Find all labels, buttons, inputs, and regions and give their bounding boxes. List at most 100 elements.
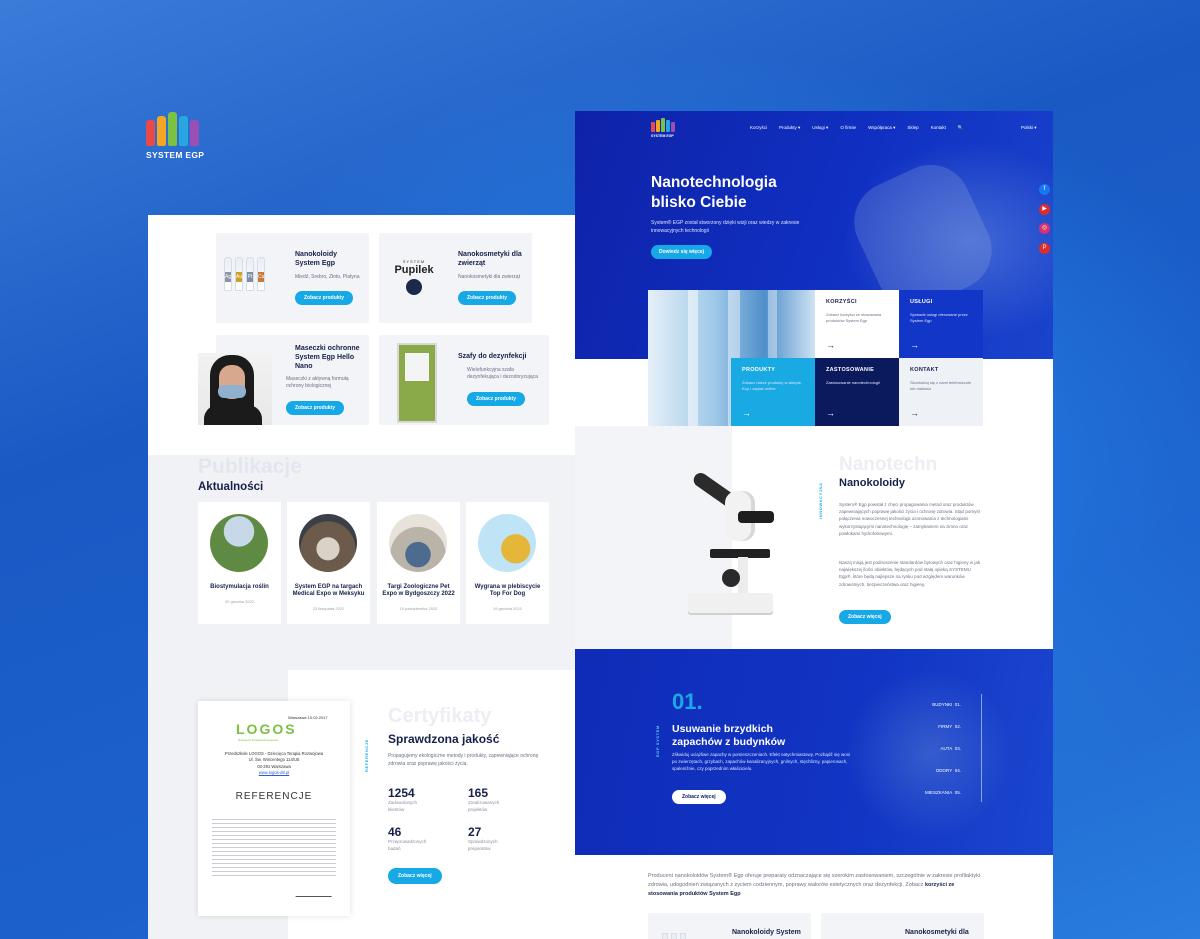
facebook-icon[interactable]: f — [1039, 184, 1050, 195]
bottom-product-card[interactable]: Nanokosmetyki dla — [821, 913, 984, 939]
arrow-right-icon: → — [826, 408, 835, 418]
news-image — [299, 514, 357, 572]
news-date: 30 grudnia 2022 — [225, 599, 254, 604]
arrow-right-icon: → — [742, 408, 751, 418]
news-date: 23 listopada 2022 — [312, 606, 345, 611]
product-title: Maseczki ochronne System Egp Hello Nano — [295, 345, 360, 370]
news-card[interactable]: System EGP na targach Medical Expo w Mek… — [287, 502, 370, 624]
product-desc: Wielofunkcyjna szafa dezynfekująca i dez… — [467, 367, 538, 380]
pinterest-icon[interactable]: P — [1039, 243, 1050, 254]
stat-clients: 1254 Zadowolonych klientów — [388, 786, 418, 812]
nano-see-more-button[interactable]: Zobacz więcej — [839, 610, 891, 624]
news-title[interactable]: Targi Zoologiczne Pet Expo w Bydgoszczy … — [381, 584, 456, 598]
quality-heading: Sprawdzona jakość — [388, 732, 500, 746]
see-more-button[interactable]: Zobacz więcej — [388, 868, 442, 884]
product-title: Nanokoloidy System Egp — [295, 251, 338, 267]
product-desc: Miedź, Srebro, Złoto, Platyna — [295, 274, 360, 280]
main-nav: Korzyści Produkty ▾ Usługi ▾ O firmie Ws… — [750, 125, 963, 131]
instagram-icon[interactable]: ◎ — [1039, 223, 1050, 234]
product-title: Szafy do dezynfekcji — [458, 353, 527, 360]
cabinet-image — [397, 343, 437, 423]
news-title[interactable]: Wygrana w plebiscycie Top For Dog — [470, 584, 545, 598]
feature-list-item[interactable]: FIRMY 02. — [901, 724, 961, 729]
stat-research: 46 Przeprowadzonych badań — [388, 825, 427, 851]
product-card-nanokosmetyki[interactable]: SYSTEM Pupilek Nanokosmetyki dla zwierzą… — [379, 233, 532, 323]
doc-date: Warszawa 10.02.2017 — [288, 715, 328, 720]
hero-text: System® EGP został stworzony dzięki wizj… — [651, 220, 800, 234]
certificates-ghost-heading: Certyfikaty — [388, 705, 492, 727]
view-products-button[interactable]: Zobacz produkty — [295, 291, 354, 305]
face-mask-icon — [218, 385, 246, 398]
logos-sub: Dziecięca Terapia Rozwojowa — [238, 738, 278, 742]
youtube-icon[interactable]: ▶ — [1039, 204, 1050, 215]
feature-list-item[interactable]: BUDYNKI 01. — [901, 702, 961, 707]
tile-korzysci[interactable]: KORZYŚCI Zobacz korzyści ze stosowania pr… — [815, 290, 899, 358]
view-products-button[interactable]: Zobacz produkty — [286, 401, 345, 415]
news-date: 19 października 2022 — [399, 606, 438, 611]
nav-sklep[interactable]: Sklep — [907, 125, 918, 131]
product-title: Nanokosmetyki dla zwierząt — [458, 251, 522, 267]
nav-korzysci[interactable]: Korzyści — [750, 125, 767, 131]
quality-desc: Propagujemy ekologiczne metody i produkt… — [388, 753, 539, 767]
signature-icon — [295, 883, 337, 897]
stat-projects: 165 Zrealizowanych projektów — [468, 786, 500, 812]
woman-mask-photo — [198, 353, 272, 425]
tile-produkty[interactable]: PRODUKTY Zobacz nasze produkty w sklepie.… — [731, 358, 815, 426]
publications-ghost-heading: Publikacje — [198, 455, 302, 478]
news-image — [210, 514, 268, 572]
logo-bottles-icon — [651, 118, 675, 132]
nanokoloidy-bottles-image: Ag Au Pt Cu — [224, 257, 265, 291]
news-heading: Aktualności — [198, 481, 264, 493]
news-card[interactable]: Targi Zoologiczne Pet Expo w Bydgoszczy … — [377, 502, 460, 624]
doc-body-lines — [212, 816, 336, 876]
view-products-button[interactable]: Zobacz produkty — [458, 291, 517, 305]
tile-zastosowanie[interactable]: ZASTOSOWANIE Zastosowanie nanotechnologii… — [815, 358, 899, 426]
hero-title: Nanotechnologia blisko Ciebie — [651, 174, 777, 212]
feature-list-item[interactable]: MIESZKANIA 05. — [901, 790, 961, 795]
search-icon[interactable]: 🔍 — [958, 125, 964, 131]
news-card[interactable]: Wygrana w plebiscycie Top For Dog 19 gru… — [466, 502, 549, 624]
news-card[interactable]: Biostymulacja roślin 30 grudnia 2022 — [198, 502, 281, 624]
news-image — [478, 514, 536, 572]
reference-document[interactable]: Warszawa 10.02.2017 LOGOS Dziecięca Tera… — [198, 701, 350, 916]
nav-kontakt[interactable]: Kontakt — [931, 125, 946, 131]
feature-list-item[interactable]: ODORY 04. — [901, 768, 961, 773]
nav-wspolpraca[interactable]: Współpraca ▾ — [868, 125, 895, 131]
arrow-right-icon: → — [910, 340, 919, 350]
product-desc: Maseczki z aktywną formułą ochrony biolo… — [286, 376, 349, 389]
egp-system-vertical-label: EGP SYSTEM — [655, 725, 660, 757]
product-card-nanokoloidy[interactable]: Ag Au Pt Cu Nanokoloidy System Egp Miedź… — [216, 233, 369, 323]
nav-produkty[interactable]: Produkty ▾ — [779, 125, 800, 131]
doc-heading: REFERENCJE — [235, 791, 313, 802]
bottom-product-card[interactable]: Nanokoloidy System — [648, 913, 811, 939]
bottles-image — [662, 933, 686, 939]
logo-bottles-icon — [146, 110, 208, 146]
news-title[interactable]: Biostymulacja roślin — [202, 584, 277, 591]
logos-logo: LOGOS — [236, 721, 297, 737]
news-title[interactable]: System EGP na targach Medical Expo w Mek… — [291, 584, 366, 598]
hero-learn-more-button[interactable]: Dowiedz się więcej — [651, 245, 713, 259]
feature-list-item[interactable]: AUTA 03. — [901, 746, 961, 751]
paw-icon — [406, 279, 422, 295]
pupilek-logo-image: SYSTEM Pupilek — [391, 259, 437, 295]
tile-uslugi[interactable]: USŁUGI Sprawdź usługi oferowane przez Sys… — [899, 290, 983, 358]
right-page-mockup: SYSTEM EGP Korzyści Produkty ▾ Usługi ▾ … — [575, 111, 1053, 939]
tile-kontakt[interactable]: KONTAKT Skontaktuj się z nami telefoniczn… — [899, 358, 983, 426]
feature-list-divider — [981, 694, 982, 802]
product-card-szafy[interactable]: Szafy do dezynfekcji Wielofunkcyjna szaf… — [379, 335, 549, 425]
brand-logo[interactable]: SYSTEM EGP — [146, 110, 208, 160]
nano-paragraph-1: System® Egp powstał z chęci propagowania… — [839, 502, 980, 536]
brand-name: SYSTEM EGP — [146, 150, 205, 160]
nav-uslugi[interactable]: Usługi ▾ — [812, 125, 828, 131]
microscope-image — [680, 461, 780, 616]
arrow-right-icon: → — [910, 408, 919, 418]
header-logo[interactable]: SYSTEM EGP — [651, 118, 675, 138]
feature-see-more-button[interactable]: Zobacz więcej — [672, 790, 726, 804]
references-vertical-label: REFERENCJE — [364, 739, 369, 772]
nano-paragraph-2: Naszą misją jest podnoszenie standardów … — [839, 560, 981, 587]
arrow-right-icon: → — [826, 340, 835, 350]
feature-number: 01. — [672, 689, 703, 714]
view-products-button[interactable]: Zobacz produkty — [467, 392, 526, 406]
language-select[interactable]: Polski ▾ — [1021, 125, 1037, 131]
nav-o-firmie[interactable]: O firmie — [840, 125, 856, 131]
